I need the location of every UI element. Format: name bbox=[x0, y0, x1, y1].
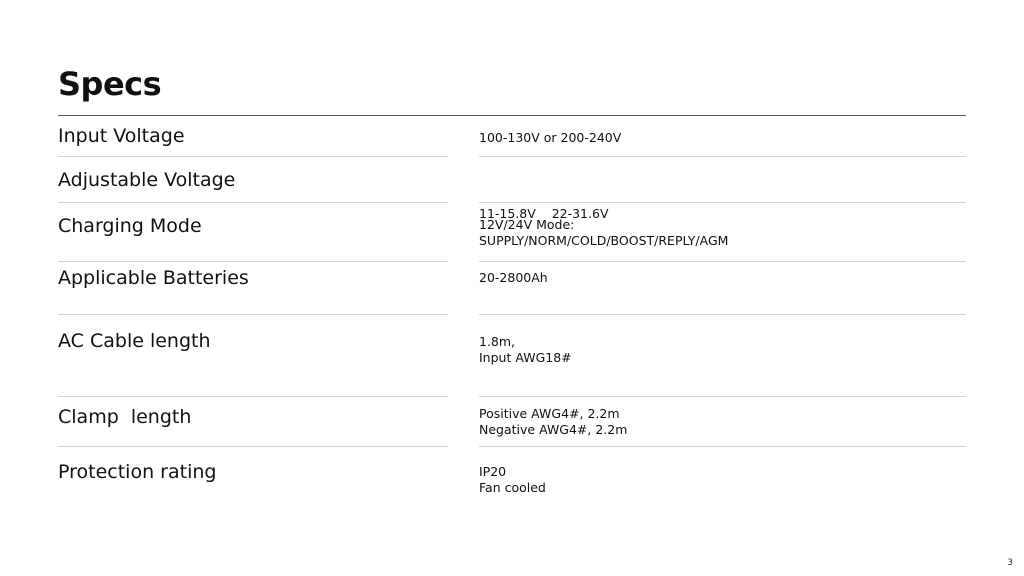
row-divider bbox=[58, 202, 448, 203]
spec-value-line: Positive AWG4#, 2.2m bbox=[479, 406, 620, 421]
spec-value-line: IP20 bbox=[479, 464, 507, 479]
spec-value: 20-2800Ah bbox=[479, 270, 548, 286]
row-divider bbox=[479, 396, 966, 397]
row-divider bbox=[58, 156, 448, 157]
spec-label: Charging Mode bbox=[58, 215, 202, 237]
title-divider bbox=[58, 115, 966, 116]
row-divider bbox=[479, 314, 966, 315]
page-number: 3 bbox=[1007, 558, 1013, 568]
spec-label: AC Cable length bbox=[58, 330, 211, 352]
row-divider bbox=[58, 314, 448, 315]
spec-label: Applicable Batteries bbox=[58, 267, 249, 289]
spec-value: IP20 Fan cooled bbox=[479, 464, 546, 496]
spec-value-line: 20-2800Ah bbox=[479, 270, 548, 285]
spec-value-line: Input AWG18# bbox=[479, 350, 572, 365]
spec-value: Positive AWG4#, 2.2m Negative AWG4#, 2.2… bbox=[479, 406, 627, 438]
spec-value: 12V/24V Mode: SUPPLY/NORM/COLD/BOOST/REP… bbox=[479, 217, 728, 249]
spec-value-line: Negative AWG4#, 2.2m bbox=[479, 422, 628, 437]
spec-value-line: SUPPLY/NORM/COLD/BOOST/REPLY/AGM bbox=[479, 233, 729, 248]
spec-label: Adjustable Voltage bbox=[58, 169, 236, 191]
row-divider bbox=[58, 446, 448, 447]
spec-label: Protection rating bbox=[58, 461, 217, 483]
spec-value: 100-130V or 200-240V bbox=[479, 130, 621, 146]
spec-value: 1.8m, Input AWG18# bbox=[479, 334, 572, 366]
spec-label: Input Voltage bbox=[58, 125, 185, 147]
row-divider bbox=[58, 261, 448, 262]
row-divider bbox=[479, 156, 966, 157]
row-divider bbox=[479, 446, 966, 447]
spec-value-line: Fan cooled bbox=[479, 480, 546, 495]
row-divider bbox=[58, 396, 448, 397]
spec-value-line: 100-130V or 200-240V bbox=[479, 130, 622, 145]
spec-value-line: 12V/24V Mode: bbox=[479, 217, 575, 232]
page-title: Specs bbox=[58, 65, 162, 103]
spec-label: Clamp length bbox=[58, 406, 192, 428]
row-divider bbox=[479, 261, 966, 262]
spec-value-line: 1.8m, bbox=[479, 334, 516, 349]
row-divider bbox=[479, 202, 966, 203]
